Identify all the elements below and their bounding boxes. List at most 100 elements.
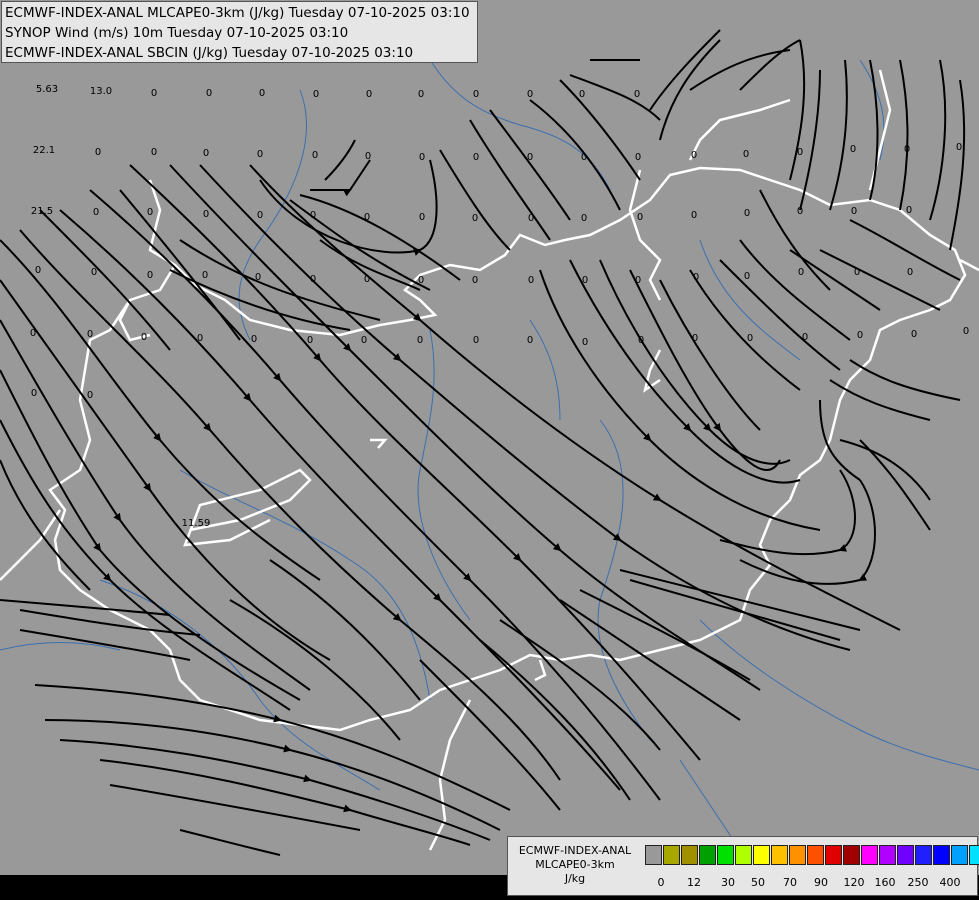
map-value-label: 0: [691, 210, 697, 221]
map-value-label: 0: [582, 337, 588, 348]
map-value-label: 0: [904, 144, 910, 155]
map-value-label: 5.63: [36, 84, 58, 95]
map-value-label: 0: [693, 272, 699, 283]
map-value-label: 0: [851, 206, 857, 217]
map-value-label: 0: [93, 207, 99, 218]
map-value-label: 0: [637, 212, 643, 223]
map-value-label: 0: [528, 213, 534, 224]
legend-swatch: [681, 845, 698, 865]
legend-tick-label: 120: [843, 876, 865, 889]
map-value-label: 21.5: [31, 206, 53, 217]
map-value-label: 0: [203, 209, 209, 220]
map-value-label: 0: [417, 335, 423, 346]
map-value-label: 0: [743, 149, 749, 160]
map-value-label: 0: [95, 147, 101, 158]
map-value-label: 0: [202, 270, 208, 281]
map-value-label: 0: [259, 88, 265, 99]
legend-tick-label: 250: [907, 876, 929, 889]
map-value-label: 0: [35, 265, 41, 276]
map-value-label: 0: [472, 213, 478, 224]
map-value-label: 0: [310, 210, 316, 221]
color-legend: ECMWF-INDEX-ANAL MLCAPE0-3km J/kg 0 12 30 5…: [507, 836, 979, 896]
map-value-label: 0: [312, 150, 318, 161]
map-value-label: 0: [418, 89, 424, 100]
map-value-label: 0: [582, 275, 588, 286]
legend-swatch: [807, 845, 824, 865]
map-value-label: 0: [798, 267, 804, 278]
map-value-label: 0: [473, 152, 479, 163]
legend-title-source: ECMWF-INDEX-ANAL: [518, 844, 632, 857]
legend-swatch: [861, 845, 878, 865]
map-value-label: 0: [364, 212, 370, 223]
map-value-label: 0: [365, 151, 371, 162]
header-line-1: ECMWF-INDEX-ANAL MLCAPE0-3km (J/kg) Tues…: [5, 5, 470, 21]
map-value-label: 0: [419, 152, 425, 163]
map-value-label: 0: [147, 207, 153, 218]
legend-swatch: [735, 845, 752, 865]
legend-tick-label: 50: [751, 876, 765, 889]
map-value-label: 0: [747, 333, 753, 344]
header-line-2: SYNOP Wind (m/s) 10m Tuesday 07-10-2025 …: [5, 25, 349, 41]
legend-swatch: [915, 845, 932, 865]
map-value-label: 0: [91, 267, 97, 278]
map-value-label: 0: [251, 334, 257, 345]
map-value-label: 0: [197, 333, 203, 344]
map-value-label: 0: [963, 326, 969, 337]
map-value-label: 0: [151, 88, 157, 99]
legend-swatch: [753, 845, 770, 865]
legend-swatch: [897, 845, 914, 865]
map-value-label: 0: [307, 335, 313, 346]
map-background: [0, 0, 979, 875]
legend-tick-label: 30: [721, 876, 735, 889]
legend-title: ECMWF-INDEX-ANAL MLCAPE0-3km J/kg: [510, 844, 640, 886]
map-value-label: 0: [141, 332, 147, 343]
legend-tick-label: 70: [783, 876, 797, 889]
map-value-label: 0: [419, 212, 425, 223]
map-value-label: 0: [366, 89, 372, 100]
map-value-label: 0: [956, 142, 962, 153]
map-value-label: 0: [857, 330, 863, 341]
map-value-label: 11.59: [182, 518, 211, 529]
map-value-label: 0: [691, 150, 697, 161]
legend-tick-label: 90: [814, 876, 828, 889]
map-value-label: 0: [581, 152, 587, 163]
map-value-label: 0: [581, 213, 587, 224]
map-value-label: 0: [635, 275, 641, 286]
map-value-label: 0: [87, 390, 93, 401]
legend-tick-label: 0: [657, 876, 665, 889]
legend-swatch: [879, 845, 896, 865]
map-value-label: 0: [528, 275, 534, 286]
map-value-label: 0: [744, 271, 750, 282]
legend-swatch: [825, 845, 842, 865]
map-value-label: 0: [313, 89, 319, 100]
legend-swatches: [645, 845, 979, 865]
legend-title-unit: J/kg: [564, 872, 586, 885]
map-value-label: 0: [364, 274, 370, 285]
map-value-label: 0: [147, 270, 153, 281]
map-value-label: 0: [638, 335, 644, 346]
map-value-label: 0: [527, 152, 533, 163]
weather-map: 5.63 13.0 22.1 21.5 11.59 0 0 0 0 0 0 0 0 0 0 0 0 0 0 0 0 0 0 0…: [0, 0, 979, 900]
legend-tick-label: 160: [874, 876, 896, 889]
map-value-label: 0: [203, 148, 209, 159]
map-value-label: 0: [906, 205, 912, 216]
map-value-label: 0: [206, 88, 212, 99]
map-value-label: 0: [472, 275, 478, 286]
legend-swatch: [843, 845, 860, 865]
legend-swatch: [969, 845, 979, 865]
map-value-label: 0: [579, 89, 585, 100]
map-value-label: 13.0: [90, 86, 112, 97]
map-value-label: 0: [310, 274, 316, 285]
map-value-label: 0: [473, 335, 479, 346]
legend-swatch: [699, 845, 716, 865]
map-value-label: 0: [854, 267, 860, 278]
legend-tick-label: 12: [687, 876, 701, 889]
map-value-label: 0: [907, 267, 913, 278]
map-value-label: 0: [634, 89, 640, 100]
map-value-label: 0: [255, 272, 261, 283]
legend-swatch: [717, 845, 734, 865]
map-value-label: 0: [744, 208, 750, 219]
map-value-label: 22.1: [33, 145, 55, 156]
map-value-label: 0: [797, 147, 803, 158]
map-value-label: 0: [692, 333, 698, 344]
